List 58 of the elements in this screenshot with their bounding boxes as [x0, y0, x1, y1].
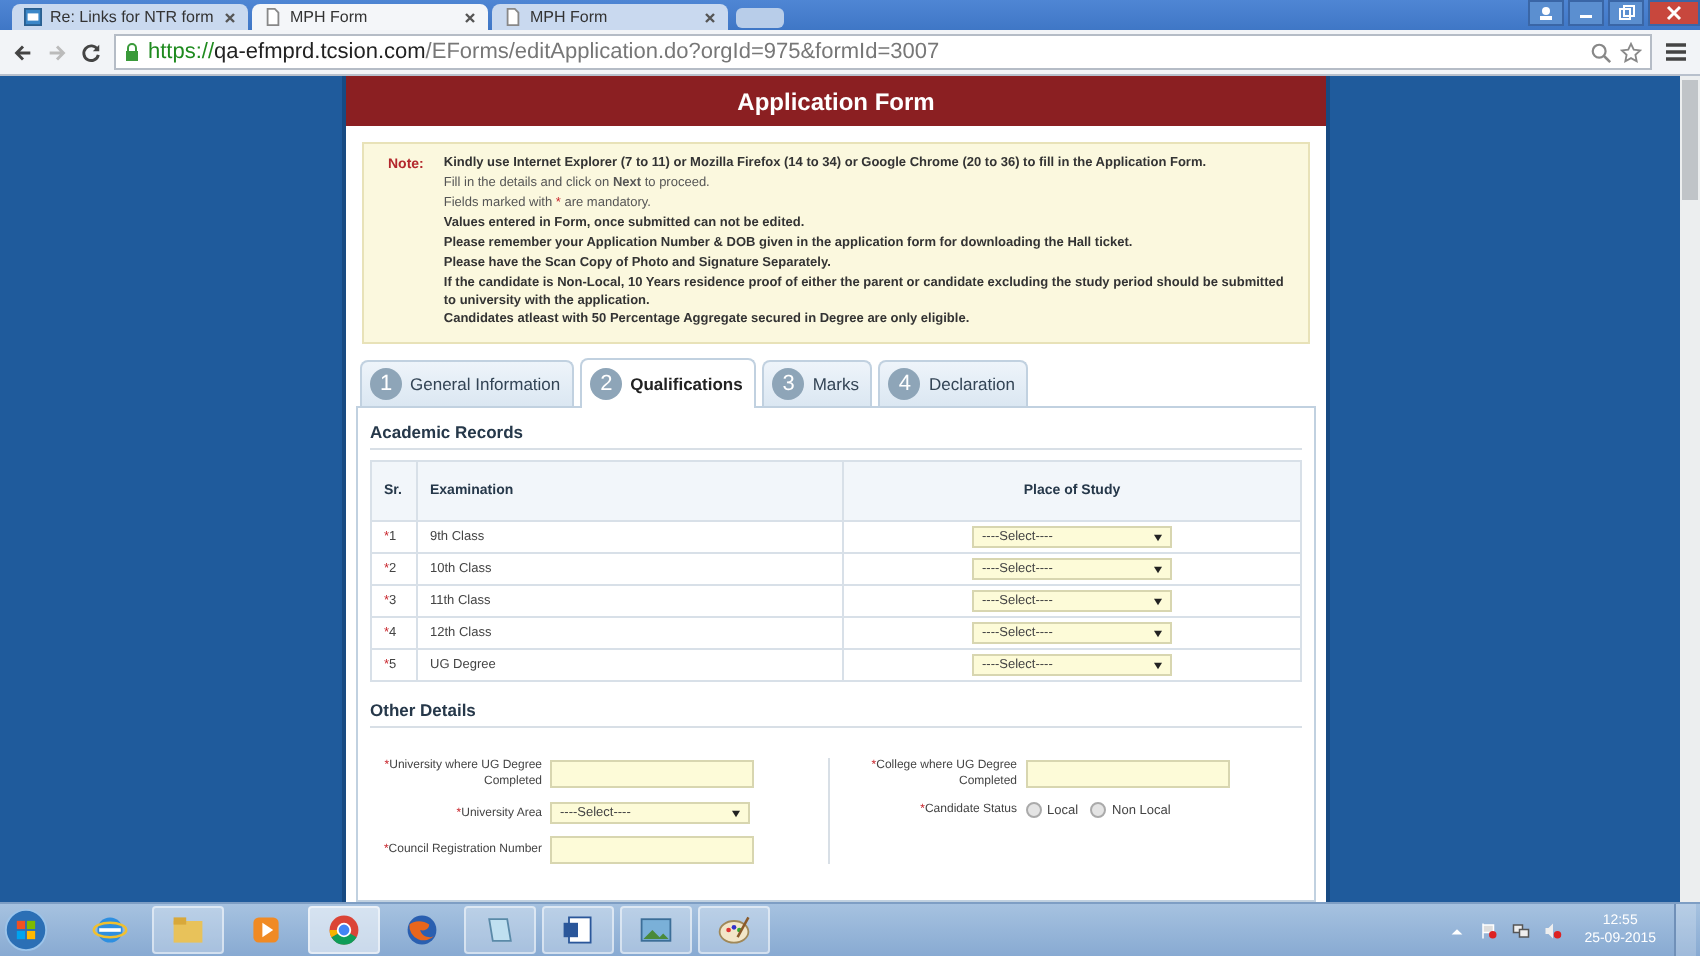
- caret-icon: [1154, 533, 1162, 542]
- scrollbar-thumb[interactable]: [1682, 80, 1698, 200]
- page-icon: [504, 8, 522, 26]
- minimize-icon[interactable]: [1568, 0, 1604, 26]
- user-icon[interactable]: [1528, 0, 1564, 26]
- play-icon: [248, 912, 284, 948]
- browser-tab[interactable]: MPH Form: [252, 4, 488, 30]
- section-heading: Other Details: [370, 694, 1302, 729]
- lock-icon: [124, 42, 140, 62]
- zoom-icon[interactable]: [1590, 41, 1612, 63]
- step-tab[interactable]: 1 General Information: [360, 360, 575, 407]
- restore-icon[interactable]: [1608, 0, 1644, 26]
- section-heading: Academic Records: [370, 416, 1302, 451]
- new-tab-button[interactable]: [736, 8, 784, 28]
- caret-icon: [1154, 661, 1162, 670]
- browser-logo-icon: [326, 912, 362, 948]
- taskbar-app[interactable]: [542, 906, 614, 954]
- caret-icon: [1154, 597, 1162, 606]
- menu-icon[interactable]: [1664, 40, 1688, 64]
- taskbar-app[interactable]: [620, 906, 692, 954]
- scrollbar[interactable]: [1680, 76, 1700, 902]
- mail-icon: [24, 8, 42, 26]
- flag-icon[interactable]: [1480, 921, 1499, 939]
- input-field[interactable]: [550, 836, 754, 865]
- step-tab[interactable]: 2 Qualifications: [580, 358, 757, 409]
- address-bar[interactable]: https://qa-efmprd.tcsion.com/EForms/editApplication.do?orgId=975&formId=3007: [114, 34, 1652, 70]
- start-button[interactable]: [4, 908, 48, 952]
- caret-icon: [1154, 565, 1162, 574]
- folder-icon: [170, 912, 206, 948]
- form-title: Application Form: [737, 87, 935, 115]
- taskbar-app[interactable]: [464, 906, 536, 954]
- close-icon[interactable]: [704, 11, 716, 23]
- caret-icon: [1154, 629, 1162, 638]
- close-icon[interactable]: [1648, 0, 1700, 26]
- document-icon: [560, 912, 596, 948]
- input-field[interactable]: [550, 760, 754, 789]
- step-tab[interactable]: 3 Marks: [762, 360, 873, 407]
- page-icon: [264, 8, 282, 26]
- input-field[interactable]: [1025, 760, 1229, 789]
- close-icon[interactable]: [224, 11, 236, 23]
- palette-icon: [716, 912, 752, 948]
- notepad-icon: [482, 912, 518, 948]
- star-icon[interactable]: [1620, 41, 1642, 63]
- reload-icon[interactable]: [80, 41, 102, 63]
- browser-tab[interactable]: MPH Form: [492, 4, 728, 30]
- browser-tab[interactable]: Re: Links for NTR form: [12, 4, 248, 30]
- step-tab[interactable]: 4 Declaration: [878, 360, 1029, 407]
- taskbar-app[interactable]: [698, 906, 770, 954]
- network-icon[interactable]: [1512, 921, 1531, 939]
- globe-icon: [92, 912, 128, 948]
- fox-globe-icon: [404, 912, 440, 948]
- show-desktop-button[interactable]: [1674, 904, 1696, 956]
- close-icon[interactable]: [464, 11, 476, 23]
- caret-icon: [732, 809, 740, 818]
- taskbar-app[interactable]: [308, 906, 380, 954]
- back-icon[interactable]: [12, 41, 34, 63]
- speaker-icon[interactable]: [1544, 921, 1563, 939]
- image-icon: [638, 912, 674, 948]
